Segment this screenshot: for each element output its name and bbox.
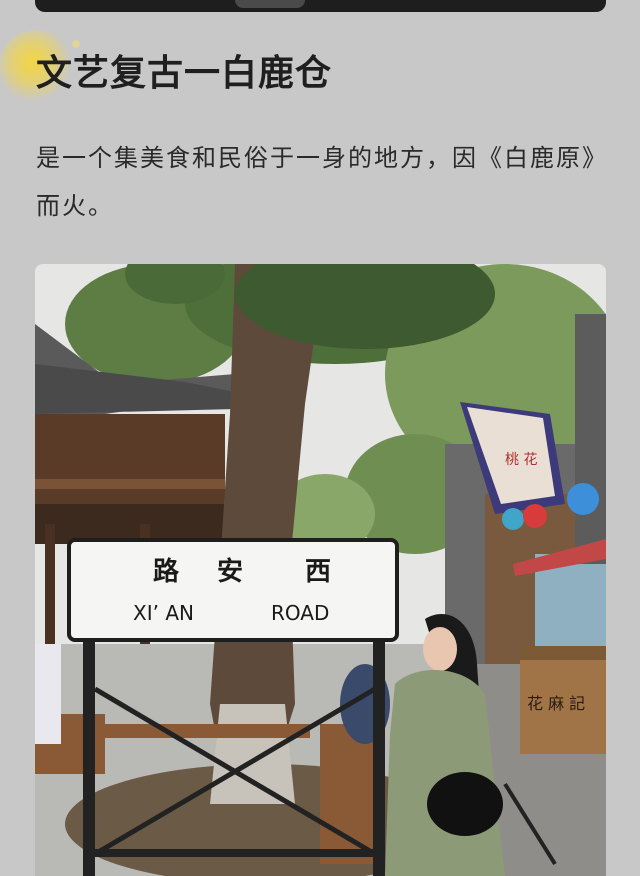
sign-char-2: 安 (217, 557, 243, 587)
article-title: 文艺复古一白鹿仓 (36, 53, 333, 94)
sign-char-1: 路 (153, 556, 180, 587)
sign-char-3: 西 (305, 557, 331, 587)
previous-image-bottom-edge (35, 0, 606, 12)
stall-text: 花 麻 記 (527, 694, 585, 713)
article-paragraph: 是一个集美食和民俗于一身的地方，因《白鹿原》而火。 (36, 144, 608, 220)
article-photo[interactable]: 桃 花 花 麻 記 路 安 西 XI’ AN ROAD (35, 264, 606, 876)
sign-en-left: XI’ AN (133, 601, 194, 625)
sign-en-right: ROAD (271, 601, 329, 625)
banner-text: 桃 花 (505, 452, 537, 468)
